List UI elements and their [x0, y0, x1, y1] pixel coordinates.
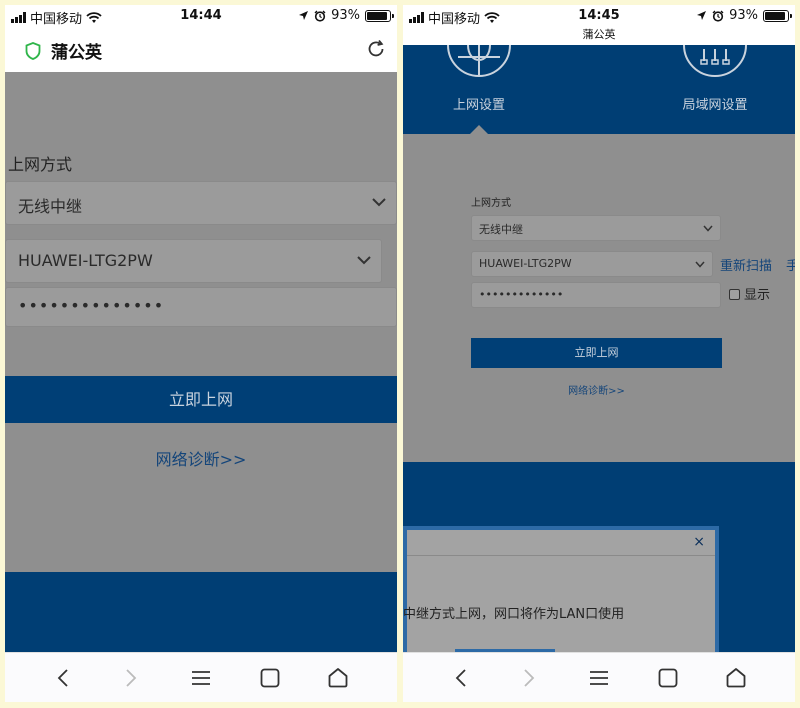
ssid-value: HUAWEI-LTG2PW [18, 251, 153, 270]
footer-band [5, 572, 397, 652]
home-button[interactable] [325, 665, 351, 691]
connect-button-label: 立即上网 [168, 390, 233, 409]
password-value: ••••••••••••• [479, 288, 564, 301]
password-field[interactable]: ••••••••••••• [471, 282, 721, 308]
network-diagnose-link[interactable]: 网络诊断>> [471, 382, 722, 397]
forward-button[interactable] [118, 665, 144, 691]
back-button[interactable] [50, 665, 76, 691]
battery-percent: 93% [729, 8, 758, 23]
ssid-value: HUAWEI-LTG2PW [479, 257, 572, 270]
access-mode-select[interactable]: 无线中继 [471, 215, 721, 241]
alarm-icon [314, 10, 326, 22]
left-phone-screen: 中国移动 14:44 93% 蒲公英 上网方式 无线中继 HUAWEI-LTG2… [5, 5, 397, 702]
menu-button[interactable] [586, 665, 612, 691]
site-identity: 蒲公英 [25, 38, 102, 63]
shield-icon [25, 41, 41, 60]
chevron-left-icon [455, 669, 466, 687]
back-button[interactable] [448, 665, 474, 691]
dialog-header [407, 530, 715, 556]
chevron-right-icon [524, 669, 535, 687]
tab-internet-label: 上网设置 [452, 98, 505, 113]
dialog-message: 中继方式上网，网口将作为LAN口使用 [403, 607, 625, 622]
tabs-icon [658, 668, 678, 688]
ssid-select[interactable]: HUAWEI-LTG2PW [471, 251, 713, 277]
close-icon[interactable]: × [693, 534, 705, 550]
chevron-down-icon [695, 261, 705, 268]
menu-button[interactable] [188, 665, 214, 691]
manual-link[interactable]: 手 [786, 255, 795, 274]
chevron-left-icon [57, 669, 68, 687]
site-name: 蒲公英 [582, 28, 616, 41]
chevron-down-icon [703, 225, 713, 232]
network-diagnose-link[interactable]: 网络诊断>> [5, 446, 397, 470]
alarm-icon [712, 10, 724, 22]
tab-lan-label: 局域网设置 [682, 98, 748, 113]
password-value: •••••••••••••• [18, 296, 165, 315]
menu-icon [192, 671, 210, 685]
battery-percent: 93% [331, 8, 360, 23]
browser-toolbar [5, 652, 397, 702]
access-mode-label: 上网方式 [8, 155, 73, 174]
site-name: 蒲公英 [51, 43, 102, 63]
location-icon [299, 11, 309, 20]
right-phone-screen: 中国移动 14:45 93% 蒲公英 上网设置 局域网设置 上网方式 无线中继 [403, 5, 795, 702]
location-icon [697, 11, 707, 20]
relay-notice-dialog: × 中继方式上网，网口将作为LAN口使用 [403, 526, 719, 669]
globe-icon [447, 45, 511, 77]
ssid-select[interactable]: HUAWEI-LTG2PW [5, 239, 382, 283]
status-bar: 中国移动 14:44 93% [5, 5, 397, 29]
lan-ports-icon [683, 45, 747, 77]
battery-icon [763, 9, 792, 22]
tabs-icon [260, 668, 280, 688]
rescan-link[interactable]: 重新扫描 [720, 255, 772, 274]
chevron-right-icon [126, 669, 137, 687]
refresh-icon[interactable] [365, 38, 387, 60]
home-button[interactable] [723, 665, 749, 691]
tabs-button[interactable] [655, 665, 681, 691]
home-icon [726, 668, 746, 688]
access-mode-select[interactable]: 无线中继 [5, 181, 397, 225]
chevron-down-icon [357, 256, 371, 265]
tabs-button[interactable] [257, 665, 283, 691]
connect-button-label: 立即上网 [574, 346, 619, 359]
chevron-down-icon [372, 198, 386, 207]
connect-button[interactable]: 立即上网 [471, 338, 722, 368]
home-icon [328, 668, 348, 688]
access-mode-value: 无线中继 [479, 223, 523, 236]
menu-icon [590, 671, 608, 685]
show-password-label: 显示 [744, 288, 771, 303]
browser-toolbar [403, 652, 795, 702]
password-field[interactable]: •••••••••••••• [5, 287, 397, 327]
connect-button[interactable]: 立即上网 [5, 376, 397, 423]
show-password-checkbox[interactable] [729, 289, 740, 300]
battery-icon [365, 9, 394, 22]
access-mode-value: 无线中继 [18, 197, 83, 216]
forward-button[interactable] [516, 665, 542, 691]
tab-lan-settings[interactable]: 局域网设置 [665, 94, 765, 113]
tab-internet-settings[interactable]: 上网设置 [433, 94, 525, 113]
active-tab-caret [470, 125, 488, 134]
show-password-toggle[interactable]: 显示 [729, 284, 770, 303]
access-mode-label: 上网方式 [471, 198, 511, 209]
